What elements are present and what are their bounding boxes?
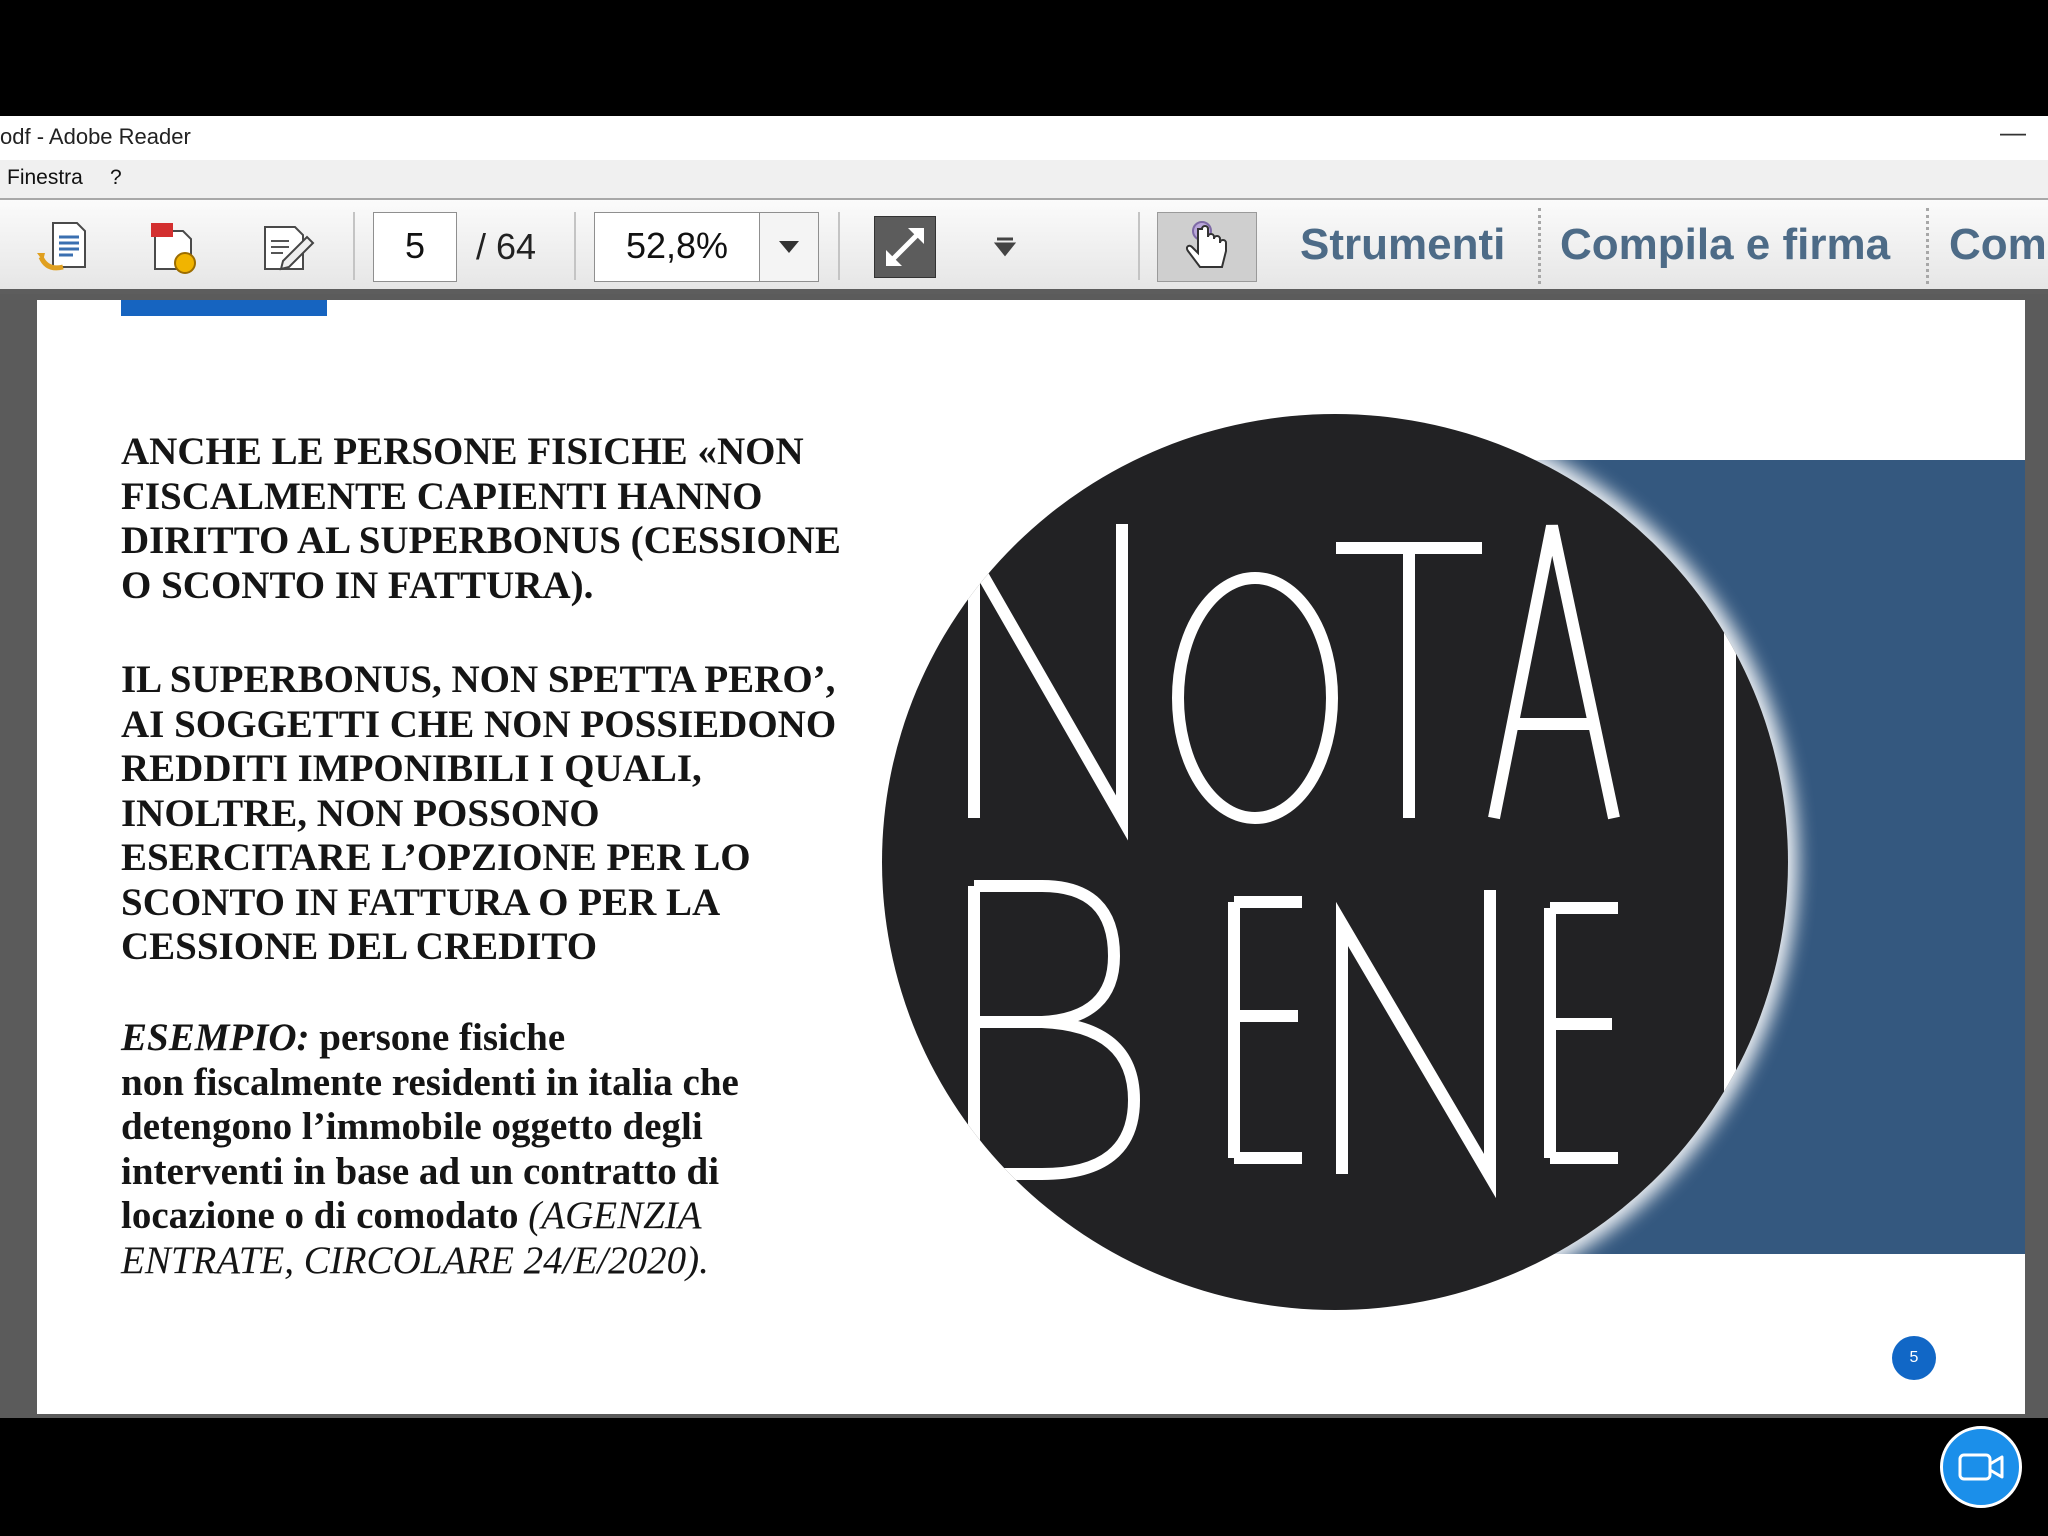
hand-tool-icon [1185,221,1227,268]
zoom-input[interactable]: 52,8% [594,212,760,282]
zoom-dropdown-icon [779,241,799,253]
comment-link[interactable]: Com [1949,220,2047,270]
paragraph-superbonus: IL SUPERBONUS, NON SPETTA PERO’, AI SOGG… [121,658,837,968]
document-area[interactable]: ANCHE LE PERSONE FISICHE «NON FISCALMENT… [0,294,2048,1418]
link-separator [1538,208,1541,284]
menu-help[interactable]: ? [110,166,122,190]
menu-bar: Finestra ? [0,160,2048,200]
video-camera-button[interactable] [1940,1426,2022,1508]
toolbar-separator [838,212,840,280]
edit-document-button[interactable] [254,214,320,280]
nota-bene-logo [882,414,1788,1310]
video-camera-icon [1958,1453,2004,1481]
fit-page-button[interactable] [874,216,936,278]
minimize-button[interactable]: — [1998,119,2028,150]
paragraph-esempio: ESEMPIO: persone fisiche non fiscalmente… [121,1016,881,1283]
toolbar: 5 / 64 52,8% Strumenti Compila e firma C… [0,200,2048,294]
open-document-button[interactable] [32,214,98,280]
page-total: / 64 [476,226,537,267]
fit-page-icon [886,228,924,266]
title-bar: odf - Adobe Reader — [0,116,2048,160]
link-separator [1926,208,1929,284]
example-label: ESEMPIO: [121,1016,310,1059]
pdf-page: ANCHE LE PERSONE FISICHE «NON FISCALMENT… [37,300,2025,1414]
toolbar-separator [574,212,576,280]
toolbar-separator [353,212,355,280]
menu-finestra[interactable]: Finestra [7,166,83,190]
page-number-badge: 5 [1892,1336,1936,1380]
toolbar-separator [1138,212,1140,280]
open-document-icon [37,222,86,271]
window-title: odf - Adobe Reader [0,124,191,149]
slide-accent-bar [121,300,327,316]
tools-link[interactable]: Strumenti [1300,220,1505,270]
edit-document-icon [264,226,315,271]
nota-bene-lettering [968,524,1736,1199]
zoom-dropdown-button[interactable] [759,212,819,282]
create-pdf-icon [151,223,196,274]
hand-tool-button[interactable] [1157,212,1257,282]
paragraph-capienti: ANCHE LE PERSONE FISICHE «NON FISCALMENT… [121,430,841,607]
fill-sign-link[interactable]: Compila e firma [1560,220,1890,270]
more-tools-button[interactable] [972,214,1038,280]
create-pdf-button[interactable] [140,214,206,280]
page-number-input[interactable]: 5 [373,212,457,282]
more-tools-icon [993,237,1017,257]
